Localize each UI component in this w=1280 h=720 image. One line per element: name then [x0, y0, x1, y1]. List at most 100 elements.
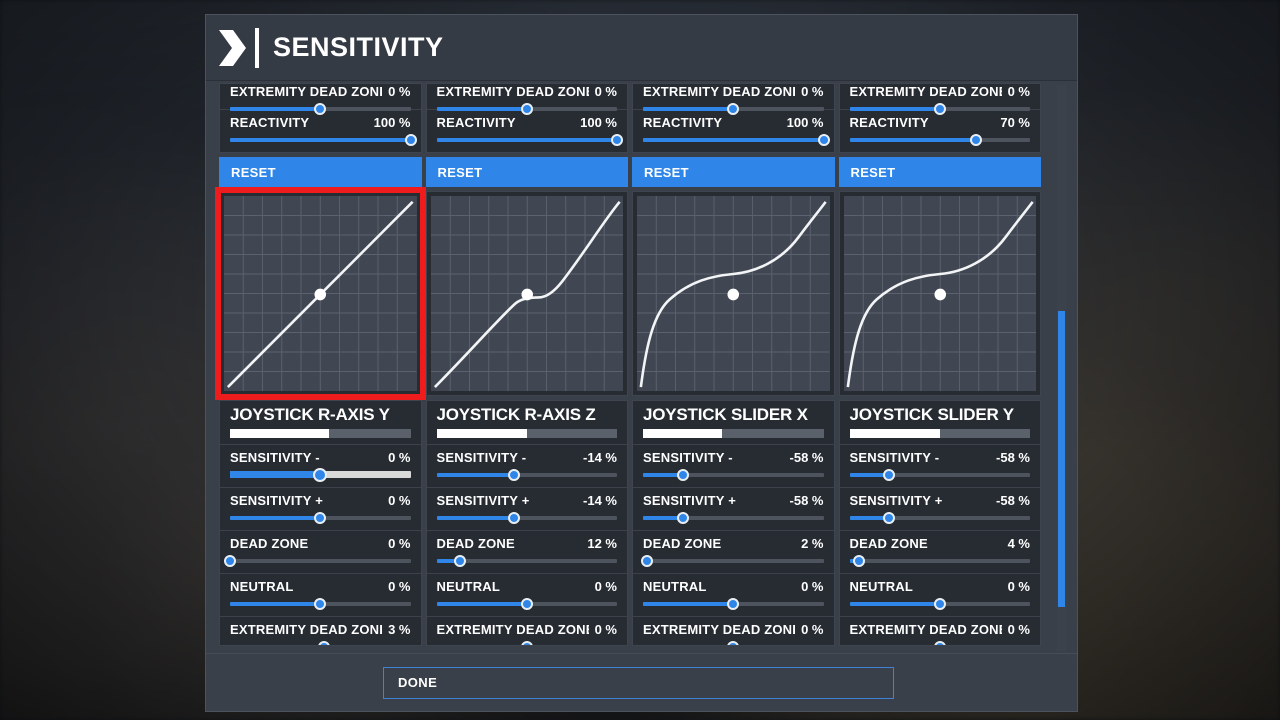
col1-reactivity-slider[interactable] [230, 134, 417, 146]
col4-reactivity-slider-knob[interactable] [969, 134, 982, 146]
col2-reactivity-slider[interactable] [436, 134, 623, 146]
col3-neutral-value: 0 % [801, 579, 824, 594]
col2-dead-zone-slider[interactable] [436, 555, 617, 567]
done-button-label: DONE [398, 675, 438, 690]
col1-extremity-dead-zone-label: EXTREMITY DEAD ZONE [230, 622, 383, 637]
col1-dead-zone-slider-track[interactable] [230, 559, 411, 563]
col3-extremity-dead-zone-slider-knob[interactable] [727, 103, 740, 115]
col4-extremity-dead-zone-slider-knob[interactable] [933, 103, 946, 115]
col2-extremity-dead-zone-value: 0 % [594, 622, 617, 637]
axis-input-meter-fill-1 [230, 429, 330, 438]
col1-reactivity-slider-knob[interactable] [404, 134, 417, 146]
col4-extremity-dead-zone-slider-knob[interactable] [933, 641, 946, 645]
col4-neutral-slider-knob[interactable] [933, 598, 946, 610]
col3-extremity-dead-zone-row: EXTREMITY DEAD ZONE 0 % [633, 617, 834, 645]
vertical-scrollbar[interactable] [1051, 83, 1073, 653]
col1-dead-zone-slider[interactable] [224, 555, 411, 567]
col2-extremity-dead-zone-slider-knob[interactable] [520, 103, 533, 115]
col2-sensitivity-value: -14 % [583, 493, 617, 508]
response-curve-graph-4[interactable] [838, 191, 1041, 396]
col3-sensitivity-value: -58 % [789, 493, 824, 508]
col1-sensitivity-row: SENSITIVITY + 0 % [220, 488, 421, 531]
col3-dead-zone-slider[interactable] [640, 555, 824, 567]
reset-button-3[interactable]: RESET [632, 157, 835, 187]
col2-extremity-dead-zone-slider[interactable] [437, 641, 618, 645]
col4-reactivity-slider-fill [849, 138, 976, 142]
col2-sensitivity-slider[interactable] [436, 512, 617, 524]
col3-dead-zone-slider-knob[interactable] [640, 555, 653, 567]
col3-extremity-dead-zone-slider-knob[interactable] [727, 641, 740, 645]
col2-neutral-slider[interactable] [436, 598, 617, 610]
col3-sensitivity-slider-knob[interactable] [676, 469, 689, 481]
col4-neutral-slider[interactable] [849, 598, 1030, 610]
col4-extremity-dead-zone-slider-fill [849, 107, 940, 111]
col2-extremity-dead-zone-slider-knob[interactable] [520, 641, 533, 645]
dialog-titlebar: SENSITIVITY [206, 15, 1077, 81]
col3-neutral-slider[interactable] [643, 598, 824, 610]
reset-button-2[interactable]: RESET [425, 157, 628, 187]
col3-sensitivity-slider[interactable] [643, 469, 824, 481]
col1-sensitivity-row: SENSITIVITY - 0 % [220, 445, 421, 488]
col1-sensitivity-slider-knob[interactable] [314, 512, 327, 524]
response-curve-graph-2[interactable] [425, 191, 628, 396]
col1-extremity-dead-zone-slider-knob[interactable] [317, 641, 330, 645]
col2-neutral-slider-knob[interactable] [520, 598, 533, 610]
col1-dead-zone-slider-knob[interactable] [224, 555, 236, 567]
col4-dead-zone-slider-knob[interactable] [852, 555, 865, 567]
col4-extremity-dead-zone-slider[interactable] [849, 103, 1030, 115]
col3-extremity-dead-zone-slider[interactable] [643, 641, 824, 645]
col4-sensitivity-slider[interactable] [849, 512, 1030, 524]
col1-reactivity-label: REACTIVITY [230, 115, 310, 130]
top-settings-card-3: EXTREMITY DEAD ZONE 0 % REACTIVITY 100 % [632, 83, 835, 153]
col3-extremity-dead-zone-row: EXTREMITY DEAD ZONE 0 % [633, 84, 834, 115]
col3-neutral-slider-knob[interactable] [727, 598, 740, 610]
col1-extremity-dead-zone-slider[interactable] [230, 103, 411, 115]
response-curve-graph-3[interactable] [632, 191, 835, 396]
col4-sensitivity-slider[interactable] [849, 469, 1030, 481]
col3-reactivity-slider[interactable] [643, 134, 830, 146]
reset-button-4[interactable]: RESET [838, 157, 1041, 187]
col4-dead-zone-slider-track[interactable] [849, 559, 1030, 563]
col3-extremity-dead-zone-value: 0 % [801, 84, 824, 99]
col3-extremity-dead-zone-slider[interactable] [643, 103, 824, 115]
col4-extremity-dead-zone-slider[interactable] [850, 641, 1031, 645]
reset-button-1[interactable]: RESET [219, 157, 422, 187]
col1-neutral-slider[interactable] [230, 598, 411, 610]
col2-sensitivity-slider-knob[interactable] [508, 469, 521, 481]
col3-sensitivity-value: -58 % [789, 450, 824, 465]
col1-sensitivity-slider[interactable] [230, 468, 411, 482]
col4-sensitivity-slider-knob[interactable] [883, 469, 896, 481]
col4-dead-zone-slider[interactable] [849, 555, 1030, 567]
col3-reactivity-value: 100 % [786, 115, 824, 130]
response-curve-graph-1[interactable] [215, 187, 426, 400]
col4-dead-zone-row: DEAD ZONE 4 % [839, 531, 1040, 574]
col1-reactivity-row: REACTIVITY 100 % [220, 110, 421, 152]
col3-sensitivity-slider-knob[interactable] [676, 512, 689, 524]
done-button[interactable]: DONE [383, 666, 894, 699]
col1-sensitivity-slider[interactable] [230, 512, 411, 524]
axis-settings-card-4: JOYSTICK SLIDER Y SENSITIVITY - -58 % SENSI… [838, 400, 1041, 646]
chevron-right-icon [219, 29, 246, 66]
col4-sensitivity-slider-knob[interactable] [883, 512, 896, 524]
col2-extremity-dead-zone-slider[interactable] [436, 103, 617, 115]
col1-sensitivity-slider-fill [230, 516, 321, 520]
col4-reactivity-slider[interactable] [849, 134, 1030, 146]
col1-extremity-dead-zone-slider[interactable] [230, 641, 411, 645]
scrollbar-thumb[interactable] [1058, 311, 1065, 608]
col2-sensitivity-value: -14 % [583, 450, 617, 465]
col2-sensitivity-slider-knob[interactable] [508, 512, 521, 524]
col1-extremity-dead-zone-slider-knob[interactable] [314, 103, 327, 115]
col2-dead-zone-slider-knob[interactable] [453, 555, 466, 567]
col3-sensitivity-slider[interactable] [643, 512, 824, 524]
col2-sensitivity-slider-fill [436, 516, 515, 520]
col2-reactivity-slider-knob[interactable] [611, 134, 623, 146]
col1-sensitivity-slider-knob[interactable] [313, 468, 328, 482]
col3-dead-zone-slider-track[interactable] [643, 559, 824, 563]
col1-neutral-slider-knob[interactable] [314, 598, 327, 610]
col2-sensitivity-slider[interactable] [436, 469, 617, 481]
col2-dead-zone-row: DEAD ZONE 12 % [426, 531, 627, 574]
dialog-footer: DONE [206, 653, 1077, 711]
col2-extremity-dead-zone-row: EXTREMITY DEAD ZONE 0 % [426, 84, 627, 115]
col3-reactivity-slider-knob[interactable] [817, 134, 830, 146]
col4-sensitivity-row: SENSITIVITY + -58 % [839, 488, 1040, 531]
